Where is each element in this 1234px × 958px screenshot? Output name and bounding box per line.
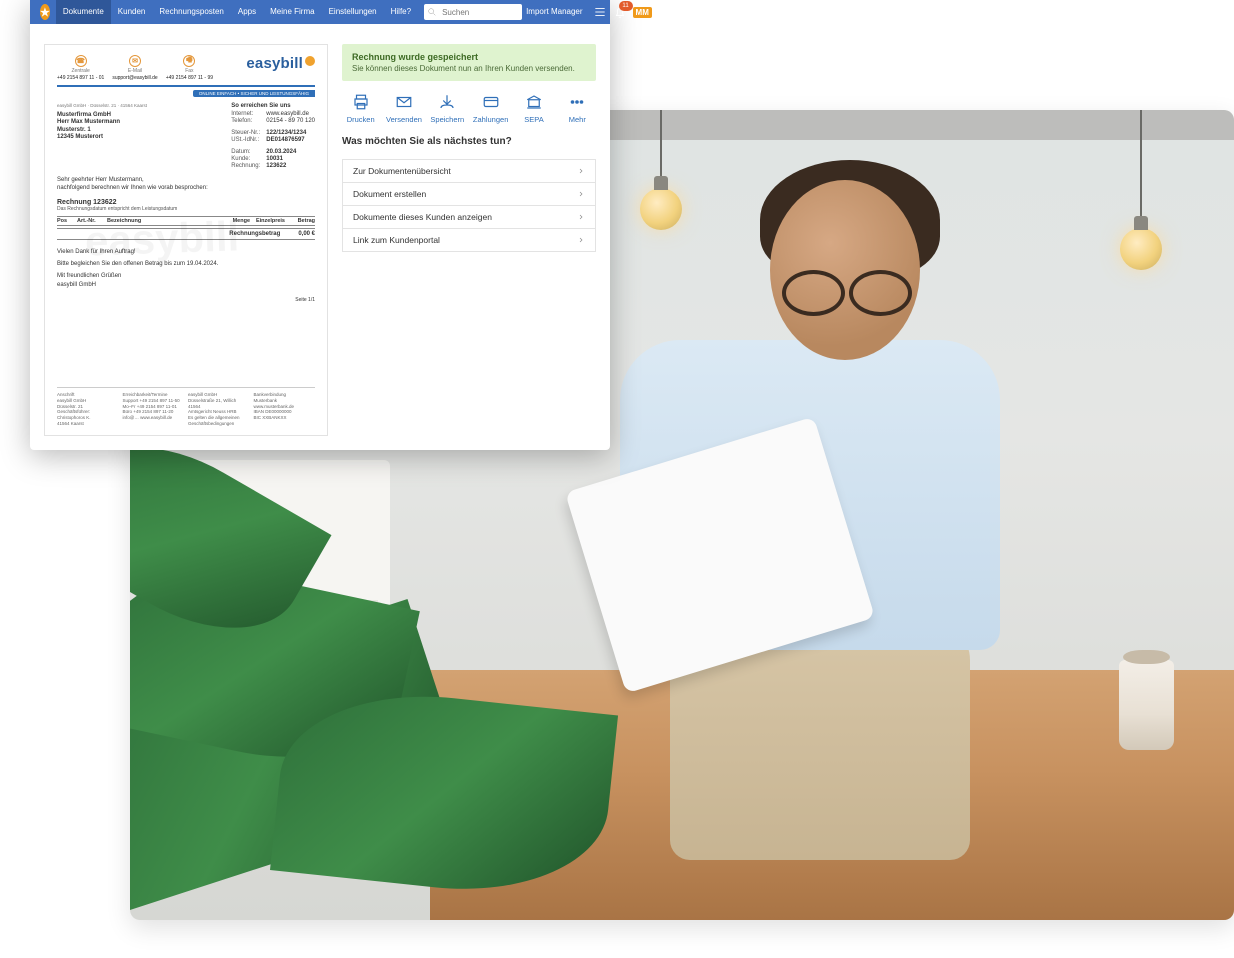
next-steps-list: Zur Dokumentenübersicht Dokument erstell… xyxy=(342,159,596,252)
top-nav: ★ Dokumente Kunden Rechnungsposten Apps … xyxy=(30,0,610,24)
search-icon xyxy=(427,7,437,17)
list-icon[interactable] xyxy=(593,5,607,19)
nav-apps[interactable]: Apps xyxy=(231,0,263,24)
more-icon xyxy=(566,93,588,111)
notice-title: Rechnung wurde gespeichert xyxy=(352,52,586,62)
notification-badge: 11 xyxy=(619,1,633,11)
phone-icon: ☎ xyxy=(75,55,87,67)
action-versenden[interactable]: Versenden xyxy=(385,93,422,124)
card-icon xyxy=(480,93,502,111)
action-mehr[interactable]: Mehr xyxy=(559,93,596,124)
chevron-right-icon xyxy=(577,213,585,221)
closing-text: Vielen Dank für Ihren Auftrag! Bitte beg… xyxy=(57,248,315,290)
import-manager-link[interactable]: Import Manager xyxy=(522,0,586,24)
user-name[interactable]: Max ▾ xyxy=(658,8,679,17)
ribbon-text: ONLINE EINFACH • SICHER UND LEISTUNGSFÄH… xyxy=(193,90,315,97)
next-steps-heading: Was möchten Sie als nächstes tun? xyxy=(342,136,596,147)
nav-dokumente[interactable]: Dokumente xyxy=(56,0,111,24)
opt-dokument-erstellen[interactable]: Dokument erstellen xyxy=(342,183,596,206)
chevron-right-icon xyxy=(577,167,585,175)
action-zahlungen[interactable]: Zahlungen xyxy=(472,93,509,124)
fax-icon: 🖷 xyxy=(183,55,195,67)
action-sepa[interactable]: SEPA xyxy=(515,93,552,124)
action-bar: Drucken Versenden Speichern Zahlungen xyxy=(342,93,596,124)
search-box[interactable] xyxy=(424,4,522,20)
notice-subtitle: Sie können dieses Dokument nun an Ihren … xyxy=(352,64,586,73)
contact-fax: 🖷 Fax +49 2154 897 11 - 99 xyxy=(166,55,213,81)
invoice-title: Rechnung 123622 xyxy=(57,199,315,206)
invoice-footer: Anschrift easybill GmbH Düsselstr. 21 Ge… xyxy=(57,387,315,427)
bank-icon xyxy=(523,93,545,111)
invoice-meta: So erreichen Sie uns Internet:www.easybi… xyxy=(231,103,315,169)
opt-dokumentuebersicht[interactable]: Zur Dokumentenübersicht xyxy=(342,159,596,183)
invoice-subtitle: Das Rechnungsdatum entspricht dem Leistu… xyxy=(57,206,315,212)
brand-logo: easybill xyxy=(246,55,315,72)
nav-kunden[interactable]: Kunden xyxy=(111,0,153,24)
search-input[interactable] xyxy=(440,7,522,18)
nav-rechnungsposten[interactable]: Rechnungsposten xyxy=(152,0,231,24)
print-icon xyxy=(350,93,372,111)
nav-hilfe[interactable]: Hilfe? xyxy=(384,0,418,24)
opt-kunden-dokumente[interactable]: Dokumente dieses Kunden anzeigen xyxy=(342,206,596,229)
chevron-right-icon xyxy=(577,236,585,244)
download-icon xyxy=(436,93,458,111)
person xyxy=(560,150,980,850)
app-window: ★ Dokumente Kunden Rechnungsposten Apps … xyxy=(30,0,610,450)
notifications-icon[interactable]: 11 xyxy=(613,5,627,19)
send-icon xyxy=(393,93,415,111)
user-avatar[interactable]: MM xyxy=(633,7,652,18)
contact-phone: ☎ Zentrale +49 2154 897 11 - 01 xyxy=(57,55,104,81)
contact-email: ✉ E-Mail support@easybill.de xyxy=(112,55,157,81)
line-items-table: Pos Art.-Nr. Bezeichnung Menge Einzelpre… xyxy=(57,216,315,240)
page-number: Seite 1/1 xyxy=(57,297,315,303)
nav-einstellungen[interactable]: Einstellungen xyxy=(322,0,384,24)
sun-icon xyxy=(305,56,315,66)
nav-meine-firma[interactable]: Meine Firma xyxy=(263,0,321,24)
action-speichern[interactable]: Speichern xyxy=(429,93,466,124)
opt-kundenportal-link[interactable]: Link zum Kundenportal xyxy=(342,229,596,252)
salutation: Sehr geehrter Herr Mustermann, nachfolge… xyxy=(57,177,315,193)
save-success-notice: Rechnung wurde gespeichert Sie können di… xyxy=(342,44,596,81)
invoice-preview: easybill ☎ Zentrale +49 2154 897 11 - 01… xyxy=(44,44,328,436)
recipient-address: easybill GmbH · Düsselstr. 21 · 41564 Ka… xyxy=(57,103,147,169)
action-drucken[interactable]: Drucken xyxy=(342,93,379,124)
mail-icon: ✉ xyxy=(129,55,141,67)
app-logo-icon[interactable]: ★ xyxy=(40,4,50,20)
chevron-right-icon xyxy=(577,190,585,198)
